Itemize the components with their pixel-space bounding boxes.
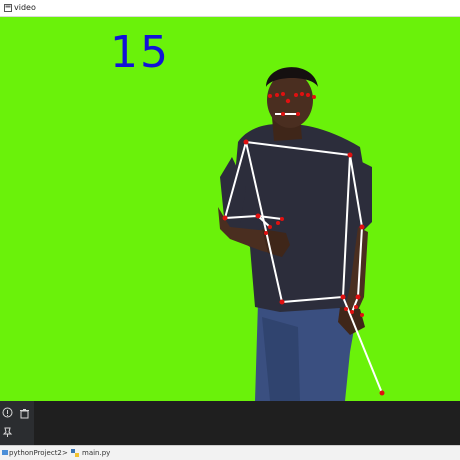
landmark-hand <box>344 307 348 311</box>
landmark-eye <box>294 93 298 97</box>
landmark-elbow <box>222 215 228 221</box>
landmark-mouth <box>296 112 300 116</box>
landmark-ear <box>268 94 272 98</box>
landmark-hand <box>276 221 280 225</box>
landmark-hip <box>340 294 346 300</box>
landmark-eye <box>306 93 310 97</box>
landmark-hand <box>360 313 364 317</box>
pose-skeleton <box>222 92 385 396</box>
landmark-knee <box>379 390 385 396</box>
ide-statusbar: pythonProject2 > main.py <box>0 445 460 460</box>
landmark-mouth <box>281 112 285 116</box>
breadcrumb-project[interactable]: pythonProject2 <box>9 449 62 458</box>
trash-icon[interactable] <box>19 408 30 419</box>
python-file-icon <box>71 449 79 460</box>
landmark-nose <box>285 98 291 104</box>
window-app-icon <box>4 4 12 12</box>
landmark-hand <box>268 225 272 229</box>
landmark-shoulder <box>243 139 249 145</box>
window-titlebar[interactable]: video <box>0 0 460 17</box>
landmark-hand <box>350 310 354 314</box>
landmark-elbow <box>359 224 365 230</box>
landmark-eye <box>281 92 285 96</box>
pin-icon[interactable] <box>2 427 13 438</box>
landmark-hand <box>264 231 268 235</box>
ide-tool-window <box>0 401 460 445</box>
ide-gutter <box>0 401 34 445</box>
landmark-hip <box>279 299 285 305</box>
video-frame: 15 <box>0 17 460 401</box>
landmark-eye <box>300 92 304 96</box>
window-title: video <box>14 3 36 12</box>
breadcrumb-separator: > <box>62 449 68 457</box>
breadcrumb-file[interactable]: main.py <box>82 449 110 458</box>
landmark-ear <box>312 95 316 99</box>
project-folder-icon <box>2 449 8 459</box>
frame-counter: 15 <box>110 27 170 78</box>
landmark-shoulder <box>347 152 353 158</box>
info-icon[interactable] <box>2 407 13 418</box>
landmark-eye <box>275 93 279 97</box>
landmark-wrist <box>355 294 361 300</box>
landmark-wrist <box>255 213 261 219</box>
landmark-hand <box>280 217 284 221</box>
landmark-hand <box>354 305 358 309</box>
